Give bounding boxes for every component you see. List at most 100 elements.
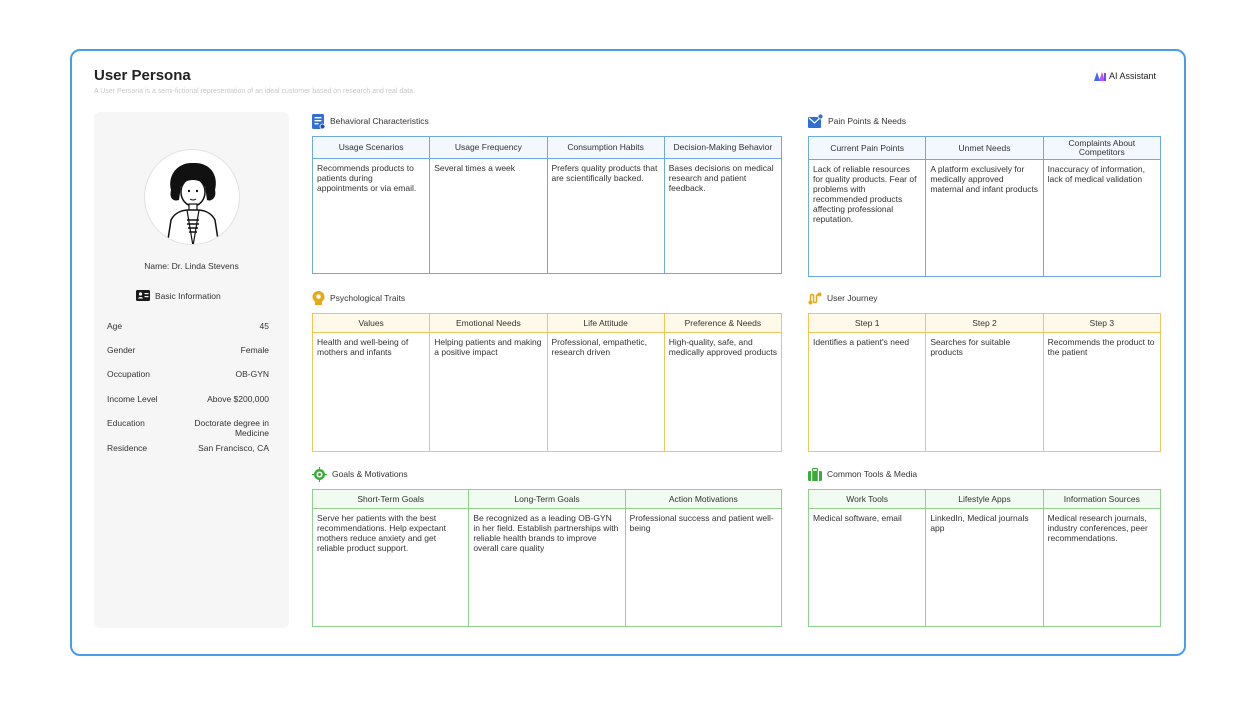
table-cell: High-quality, safe, and medically approv… [663,332,783,452]
pain-points-table: Current Pain Points Unmet Needs Complain… [807,136,1162,277]
section-heading: Psychological Traits [312,290,782,306]
column-header: Life Attitude [546,313,665,333]
persona-illustration-icon [166,162,220,244]
goals-table: Short-Term Goals Long-Term Goals Action … [311,489,783,627]
table-cell: Be recognized as a leading OB-GYN in her… [468,508,626,627]
column-header: Work Tools [807,489,927,509]
profile-sidebar: Name: Dr. Linda Stevens Basic Informatio… [94,112,289,628]
table-cell: Identifies a patient's need [807,332,927,452]
id-card-icon [136,290,150,301]
attribute-value: San Francisco, CA [198,443,269,453]
target-icon [312,466,327,482]
table-cell: Medical software, email [807,508,927,627]
basic-info-heading: Basic Information [136,290,221,301]
section-heading: Pain Points & Needs [808,113,1161,129]
table-cell: Recommends products to patients during a… [311,158,431,274]
attribute-label: Education [107,418,145,428]
column-header: Usage Scenarios [311,136,431,159]
table-cell: Bases decisions on medical research and … [663,158,783,274]
attribute-value: Above $200,000 [207,394,269,404]
pain-points-section: Pain Points & Needs Current Pain Points … [807,113,1162,277]
journey-table: Step 1 Step 2 Step 3 Identifies a patien… [807,313,1162,452]
table-cell: LinkedIn, Medical journals app [925,508,1044,627]
table-cell: A platform exclusively for medically app… [925,159,1044,277]
section-title: Pain Points & Needs [828,116,906,126]
attribute-row-occupation: Occupation OB-GYN [107,369,269,379]
column-header: Values [311,313,431,333]
attribute-row-income: Income Level Above $200,000 [107,394,269,404]
persona-card: User Persona A User Persona is a semi-fi… [70,49,1186,656]
column-header: Lifestyle Apps [925,489,1044,509]
behavioral-section: Behavioral Characteristics Usage Scenari… [311,113,783,274]
lightbulb-head-icon [312,291,325,305]
table-cell: Helping patients and making a positive i… [429,332,548,452]
attribute-value: 45 [259,321,269,331]
column-header: Consumption Habits [546,136,665,159]
column-header: Step 1 [807,313,927,333]
attribute-row-education: Education Doctorate degree in Medicine [107,418,269,438]
avatar [144,149,240,245]
table-cell: Prefers quality products that are scient… [546,158,665,274]
attribute-label: Age [107,321,123,331]
section-heading: Goals & Motivations [312,466,782,482]
section-title: Goals & Motivations [332,469,408,479]
attribute-label: Residence [107,443,148,453]
column-header: Long-Term Goals [468,489,626,509]
column-header: Unmet Needs [925,136,1044,160]
route-icon [808,292,822,304]
attribute-label: Occupation [107,369,150,379]
column-header: Information Sources [1042,489,1162,509]
column-header: Current Pain Points [807,136,927,160]
table-cell: Professional success and patient well-be… [624,508,783,627]
attribute-value: OB-GYN [235,369,269,379]
psychological-table: Values Emotional Needs Life Attitude Pre… [311,313,783,452]
column-header: Emotional Needs [429,313,548,333]
table-cell: Inaccuracy of information, lack of medic… [1042,159,1162,277]
ai-logo-icon [1093,71,1106,81]
tools-table: Work Tools Lifestyle Apps Information So… [807,489,1162,627]
table-cell: Medical research journals, industry conf… [1042,508,1162,627]
table-cell: Lack of reliable resources for quality p… [807,159,927,277]
column-header: Decision-Making Behavior [663,136,783,159]
table-cell: Professional, empathetic, research drive… [546,332,665,452]
attribute-row-gender: Gender Female [107,345,269,355]
goals-section: Goals & Motivations Short-Term Goals Lon… [311,466,783,627]
section-title: Psychological Traits [330,293,406,303]
column-header: Action Motivations [624,489,783,509]
page-subtitle: A User Persona is a semi-fictional repre… [94,88,416,95]
table-cell: Health and well-being of mothers and inf… [311,332,431,452]
section-heading: Behavioral Characteristics [312,113,782,129]
attribute-label: Gender [107,345,136,355]
column-header: Usage Frequency [429,136,548,159]
brand-label: AI Assistant [1108,71,1156,81]
attribute-row-age: Age 45 [107,321,269,331]
persona-name: Name: Dr. Linda Stevens [144,261,239,271]
column-header: Step 3 [1042,313,1162,333]
section-title: User Journey [827,293,878,303]
toolbox-icon [808,467,822,481]
table-cell: Searches for suitable products [925,332,1044,452]
column-header: Complaints About Competitors [1042,136,1162,160]
table-cell: Recommends the product to the patient [1042,332,1162,452]
journey-section: User Journey Step 1 Step 2 Step 3 Identi… [807,290,1162,452]
mail-check-icon [808,114,823,128]
section-heading: User Journey [808,290,1161,306]
page-title: User Persona [94,67,191,84]
tools-section: Common Tools & Media Work Tools Lifestyl… [807,466,1162,627]
section-heading: Common Tools & Media [808,466,1161,482]
column-header: Preference & Needs [663,313,783,333]
document-icon [312,113,325,129]
attribute-value: Doctorate degree in Medicine [194,418,269,438]
column-header: Short-Term Goals [311,489,470,509]
attribute-row-residence: Residence San Francisco, CA [107,443,269,453]
table-cell: Several times a week [429,158,548,274]
attribute-label: Income Level [107,394,158,404]
basic-info-label: Basic Information [155,290,221,301]
table-cell: Serve her patients with the best recomme… [311,508,470,627]
behavioral-table: Usage Scenarios Usage Frequency Consumpt… [311,136,783,274]
section-title: Common Tools & Media [827,469,918,479]
psychological-section: Psychological Traits Values Emotional Ne… [311,290,783,452]
attribute-value: Female [240,345,269,355]
column-header: Step 2 [925,313,1044,333]
brand[interactable]: AI Assistant [1093,71,1156,81]
